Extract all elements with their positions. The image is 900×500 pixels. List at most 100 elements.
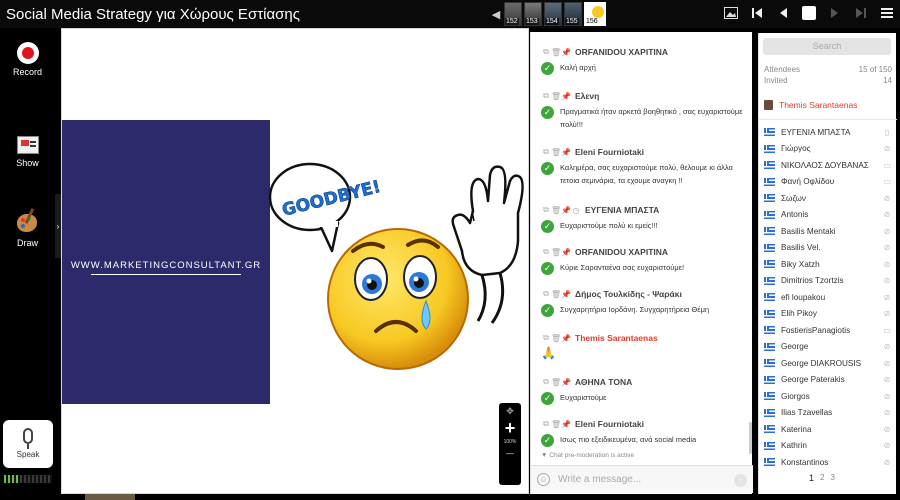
copy-icon[interactable]: ⧉ — [541, 147, 551, 157]
approve-check-icon[interactable]: ✓ — [541, 106, 554, 119]
top-bar: Social Media Strategy για Χώρους Εστίαση… — [0, 0, 900, 28]
copy-icon[interactable]: ⧉ — [541, 205, 551, 215]
approve-check-icon[interactable]: ✓ — [541, 434, 554, 447]
slide-thumb[interactable]: 154 — [544, 2, 562, 26]
delete-icon[interactable]: 🗑 — [551, 206, 561, 215]
attendee-row[interactable]: Ilias Tzavellas ⊘ — [764, 405, 892, 422]
search-input[interactable]: Search — [763, 38, 891, 55]
pin-icon[interactable]: 📌 — [561, 48, 571, 57]
record-button[interactable]: Record — [0, 42, 55, 77]
speak-button[interactable]: Speak — [3, 420, 53, 468]
pan-icon[interactable]: ✥ — [499, 406, 521, 417]
pin-icon[interactable]: 📌 — [561, 290, 571, 299]
approve-check-icon[interactable]: ✓ — [541, 162, 554, 175]
chat-input[interactable]: Write a message... — [558, 474, 641, 485]
attendee-row[interactable]: ΕΥΓΕΝΙΑ ΜΠΑΣΤΑ ▯ — [764, 124, 892, 141]
attendee-row[interactable]: ΝΙΚΟΛΑΟΣ ΔΟΥΒΑΝΑΣ ▭ — [764, 157, 892, 174]
slide-thumb-current[interactable]: 156 — [584, 2, 606, 26]
attendee-row[interactable]: Dimitrios Tzortzis ⊘ — [764, 273, 892, 290]
menu-icon[interactable] — [880, 4, 894, 22]
attendee-row[interactable]: Σωζων ⊘ — [764, 190, 892, 207]
attendee-row[interactable]: Kathrin ⊘ — [764, 438, 892, 455]
filter-icon: ▼ — [541, 452, 550, 459]
prev-slide-icon[interactable] — [776, 4, 790, 22]
attendee-row[interactable]: Katerina ⊘ — [764, 421, 892, 438]
delete-icon[interactable]: 🗑 — [551, 48, 561, 57]
phone-device-icon: ▯ — [884, 127, 890, 137]
host-row[interactable]: Themis Sarantaenas — [764, 100, 892, 110]
thumbs-prev-icon[interactable]: ◀ — [490, 8, 502, 21]
pin-icon[interactable]: 📌 — [561, 378, 571, 387]
off-device-icon: ⊘ — [883, 391, 891, 401]
attendee-row[interactable]: George Paterakis ⊘ — [764, 372, 892, 389]
copy-icon[interactable]: ⧉ — [541, 247, 551, 257]
premoderation-text: Chat pre-moderation is active — [549, 452, 635, 459]
delete-icon[interactable]: 🗑 — [551, 248, 561, 257]
copy-icon[interactable]: ⧉ — [541, 419, 551, 429]
attendee-row[interactable]: Antonis ⊘ — [764, 207, 892, 224]
page-link[interactable]: 1 — [809, 473, 814, 483]
greek-flag-icon — [764, 293, 775, 302]
pin-icon[interactable]: 📌 — [561, 148, 571, 157]
attendee-name: Dimitrios Tzortzis — [781, 276, 844, 286]
copy-icon[interactable]: ⧉ — [541, 333, 551, 343]
attendees-count: 15 of 150 — [858, 65, 892, 74]
attendee-row[interactable]: Biky Xatzh ⊘ — [764, 256, 892, 273]
attendee-row[interactable]: George DIAKROUSIS ⊘ — [764, 355, 892, 372]
copy-icon[interactable]: ⧉ — [541, 47, 551, 57]
off-device-icon: ⊘ — [883, 243, 891, 253]
copy-icon[interactable]: ⧉ — [541, 289, 551, 299]
pin-icon[interactable]: 📌 — [561, 334, 571, 343]
send-icon[interactable]: ↑ — [734, 474, 747, 487]
attendee-name: George Paterakis — [781, 375, 845, 385]
zoom-out-button[interactable]: − — [499, 447, 521, 463]
delete-icon[interactable]: 🗑 — [551, 92, 561, 101]
slide-thumb[interactable]: 155 — [564, 2, 582, 26]
chat-scrollbar[interactable] — [749, 422, 752, 454]
attendee-row[interactable]: Konstantinos ⊘ — [764, 454, 892, 471]
approve-check-icon[interactable]: ✓ — [541, 304, 554, 317]
image-icon[interactable] — [724, 4, 738, 22]
copy-icon[interactable]: ⧉ — [541, 377, 551, 387]
slide-thumb[interactable]: 152 — [504, 2, 522, 26]
pin-icon[interactable]: 📌 — [561, 92, 571, 101]
copy-icon[interactable]: ⧉ — [541, 91, 551, 101]
pin-icon[interactable]: 📌 — [561, 206, 571, 215]
attendee-row[interactable]: Basilis Mentaki ⊘ — [764, 223, 892, 240]
off-device-icon: ⊘ — [883, 144, 891, 154]
pin-icon[interactable]: 📌 — [561, 248, 571, 257]
greek-flag-icon — [764, 210, 775, 219]
page-link[interactable]: 2 — [820, 473, 824, 483]
delete-icon[interactable]: 🗑 — [551, 290, 561, 299]
attendee-row[interactable]: efi loupakou ⊘ — [764, 289, 892, 306]
approve-check-icon[interactable]: ✓ — [541, 220, 554, 233]
page-link[interactable]: 3 — [830, 473, 834, 483]
off-device-icon: ⊘ — [883, 424, 891, 434]
zoom-in-button[interactable]: + — [499, 419, 521, 437]
attendee-row[interactable]: Γιώργος ⊘ — [764, 141, 892, 158]
approve-check-icon[interactable]: ✓ — [541, 62, 554, 75]
delete-icon[interactable]: 🗑 — [551, 378, 561, 387]
zoom-level: 100% — [503, 439, 517, 445]
attendee-row[interactable]: Φανή Οφλίδου ▭ — [764, 174, 892, 191]
chat-message: ⧉ 🗑 📌 Themis Sarantaenas 🙏 — [531, 332, 749, 360]
emoji-picker-icon[interactable]: ☺ — [537, 473, 550, 486]
draw-button[interactable]: Draw — [0, 208, 55, 248]
attendee-row[interactable]: FostierisPanagiotis ▭ — [764, 322, 892, 339]
approve-check-icon[interactable]: ✓ — [541, 262, 554, 275]
stop-icon[interactable] — [802, 6, 816, 20]
attendee-row[interactable]: Giorgos ⊘ — [764, 388, 892, 405]
attendee-row[interactable]: Basilis Vel. ⊘ — [764, 240, 892, 257]
show-button[interactable]: Show — [0, 136, 55, 168]
delete-icon[interactable]: 🗑 — [551, 334, 561, 343]
attendee-row[interactable]: Elih Pikoy ⊘ — [764, 306, 892, 323]
pin-icon[interactable]: 📌 — [561, 420, 571, 429]
palette-icon — [16, 208, 40, 234]
premoderation-note: ▼ Chat pre-moderation is active — [541, 452, 634, 459]
first-slide-icon[interactable] — [750, 4, 764, 22]
delete-icon[interactable]: 🗑 — [551, 420, 561, 429]
slide-thumb[interactable]: 153 — [524, 2, 542, 26]
approve-check-icon[interactable]: ✓ — [541, 392, 554, 405]
attendee-row[interactable]: George ⊘ — [764, 339, 892, 356]
delete-icon[interactable]: 🗑 — [551, 148, 561, 157]
